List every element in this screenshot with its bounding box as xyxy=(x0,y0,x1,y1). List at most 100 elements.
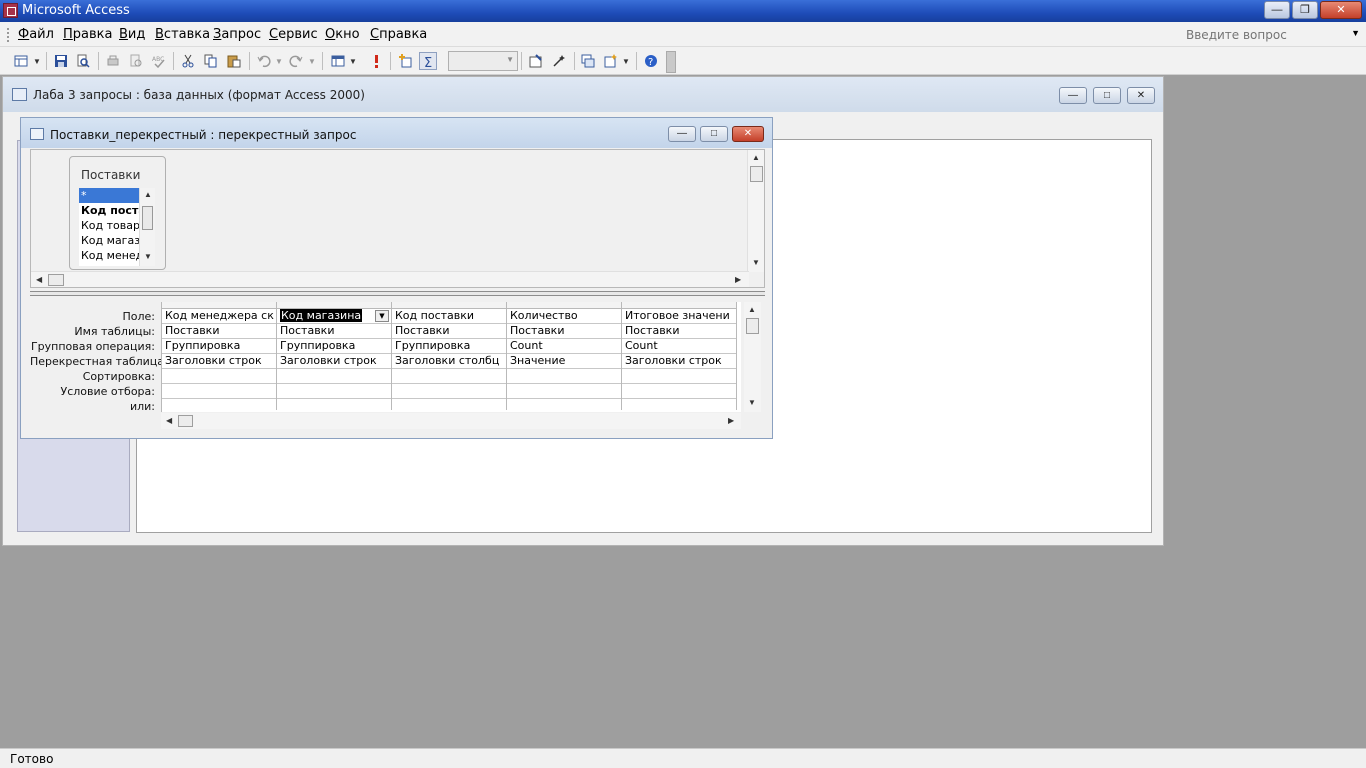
field-list-scrollbar[interactable]: ▲ ▼ xyxy=(139,188,155,266)
field-cell[interactable]: Код менеджера ск xyxy=(162,309,276,324)
print-preview-button[interactable] xyxy=(127,52,145,70)
sort-cell[interactable] xyxy=(392,369,506,384)
restore-button[interactable]: ❐ xyxy=(1292,1,1318,19)
close-button[interactable]: ✕ xyxy=(1127,87,1155,104)
tables-pane-horizontal-scrollbar[interactable]: ◀ ▶ xyxy=(31,271,749,287)
query-type-button[interactable] xyxy=(329,52,347,70)
redo-dropdown[interactable]: ▼ xyxy=(306,52,316,70)
field-list-item[interactable]: Код товара xyxy=(79,218,139,233)
minimize-button[interactable]: — xyxy=(1264,1,1290,19)
scroll-left-icon[interactable]: ◀ xyxy=(166,416,172,425)
total-cell[interactable]: Группировка xyxy=(277,339,391,354)
table-cell[interactable]: Поставки xyxy=(622,324,736,339)
grid-vertical-scrollbar[interactable]: ▲ ▼ xyxy=(744,302,761,412)
field-list-item[interactable]: Код постав xyxy=(79,203,139,218)
view-button[interactable] xyxy=(12,52,30,70)
new-object-dropdown[interactable]: ▼ xyxy=(620,52,630,70)
close-button[interactable]: ✕ xyxy=(732,126,764,142)
access-app-icon[interactable] xyxy=(3,3,18,18)
column-selector[interactable] xyxy=(277,302,391,309)
or-cell[interactable] xyxy=(622,399,736,412)
column-selector[interactable] xyxy=(392,302,506,309)
new-object-button[interactable] xyxy=(602,52,620,70)
menu-query[interactable]: Запрос xyxy=(213,27,261,42)
cut-button[interactable] xyxy=(179,52,197,70)
scroll-up-icon[interactable]: ▲ xyxy=(752,153,760,162)
database-window-button[interactable] xyxy=(579,52,597,70)
column-selector[interactable] xyxy=(507,302,621,309)
table-cell[interactable]: Поставки xyxy=(277,324,391,339)
paste-button[interactable] xyxy=(225,52,243,70)
criteria-cell[interactable] xyxy=(162,384,276,399)
redo-button[interactable] xyxy=(287,52,305,70)
minimize-button[interactable]: — xyxy=(1059,87,1087,104)
column-selector[interactable] xyxy=(162,302,276,309)
scroll-left-icon[interactable]: ◀ xyxy=(36,275,42,284)
scroll-up-icon[interactable]: ▲ xyxy=(748,305,756,314)
help-question-input[interactable] xyxy=(1186,26,1346,44)
crosstab-cell[interactable]: Значение xyxy=(507,354,621,369)
undo-button[interactable] xyxy=(255,52,273,70)
field-cell[interactable]: Количество xyxy=(507,309,621,324)
totals-button[interactable]: Σ xyxy=(419,52,437,70)
close-button[interactable]: ✕ xyxy=(1320,1,1362,19)
total-cell[interactable]: Count xyxy=(507,339,621,354)
query-type-dropdown[interactable]: ▼ xyxy=(347,52,357,70)
top-values-combo[interactable]: ▼ xyxy=(448,51,518,71)
pane-splitter[interactable] xyxy=(30,291,765,296)
criteria-cell[interactable] xyxy=(507,384,621,399)
view-dropdown[interactable]: ▼ xyxy=(30,52,42,70)
save-button[interactable] xyxy=(52,52,70,70)
sort-cell[interactable] xyxy=(162,369,276,384)
scroll-down-icon[interactable]: ▼ xyxy=(748,398,756,407)
table-cell[interactable]: Поставки xyxy=(392,324,506,339)
scroll-down-icon[interactable]: ▼ xyxy=(752,258,760,267)
maximize-button[interactable]: □ xyxy=(1093,87,1121,104)
scroll-thumb[interactable] xyxy=(750,166,763,182)
field-cell[interactable]: Итоговое значени xyxy=(622,309,736,324)
chevron-down-icon[interactable]: ▼ xyxy=(1351,28,1360,38)
total-cell[interactable]: Count xyxy=(622,339,736,354)
total-cell[interactable]: Группировка xyxy=(162,339,276,354)
sort-cell[interactable] xyxy=(277,369,391,384)
scroll-thumb[interactable] xyxy=(48,274,64,286)
crosstab-cell[interactable]: Заголовки строк xyxy=(162,354,276,369)
table-cell[interactable]: Поставки xyxy=(162,324,276,339)
menu-edit[interactable]: Правка xyxy=(63,27,112,42)
scroll-thumb[interactable] xyxy=(746,318,759,334)
criteria-cell[interactable] xyxy=(392,384,506,399)
field-cell-selected[interactable]: Код магазина ▼ xyxy=(277,309,391,324)
table-cell[interactable]: Поставки xyxy=(507,324,621,339)
show-table-button[interactable] xyxy=(396,52,414,70)
copy-button[interactable] xyxy=(202,52,220,70)
menu-view[interactable]: Вид xyxy=(119,27,145,42)
criteria-cell[interactable] xyxy=(622,384,736,399)
properties-button[interactable] xyxy=(527,52,545,70)
builder-button[interactable] xyxy=(550,52,568,70)
or-cell[interactable] xyxy=(277,399,391,412)
or-cell[interactable] xyxy=(162,399,276,412)
crosstab-cell[interactable]: Заголовки строк xyxy=(277,354,391,369)
field-list-item[interactable]: Код менедж xyxy=(79,248,139,263)
toolbar-options-handle[interactable] xyxy=(666,51,676,73)
total-cell[interactable]: Группировка xyxy=(392,339,506,354)
field-list-item[interactable]: * xyxy=(79,188,139,203)
scroll-right-icon[interactable]: ▶ xyxy=(735,275,741,284)
undo-dropdown[interactable]: ▼ xyxy=(273,52,283,70)
minimize-button[interactable]: — xyxy=(668,126,696,142)
maximize-button[interactable]: □ xyxy=(700,126,728,142)
crosstab-cell[interactable]: Заголовки строк xyxy=(622,354,736,369)
run-button[interactable] xyxy=(367,52,385,70)
chevron-down-icon[interactable]: ▼ xyxy=(375,310,389,322)
menu-help[interactable]: Справка xyxy=(370,27,427,42)
help-button[interactable]: ? xyxy=(642,52,660,70)
field-list-postavki[interactable]: Поставки * Код постав Код товара Код маг… xyxy=(69,156,166,270)
spelling-button[interactable]: ABC xyxy=(150,52,168,70)
or-cell[interactable] xyxy=(507,399,621,412)
or-cell[interactable] xyxy=(392,399,506,412)
scroll-right-icon[interactable]: ▶ xyxy=(728,416,734,425)
scroll-down-icon[interactable]: ▼ xyxy=(144,252,152,261)
print-button[interactable] xyxy=(104,52,122,70)
crosstab-cell[interactable]: Заголовки столбц xyxy=(392,354,506,369)
sort-cell[interactable] xyxy=(622,369,736,384)
